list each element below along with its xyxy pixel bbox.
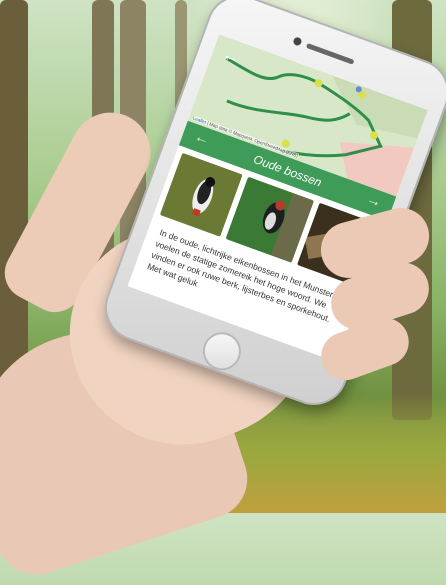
earpiece-speaker [305, 42, 355, 65]
front-camera [292, 36, 303, 47]
